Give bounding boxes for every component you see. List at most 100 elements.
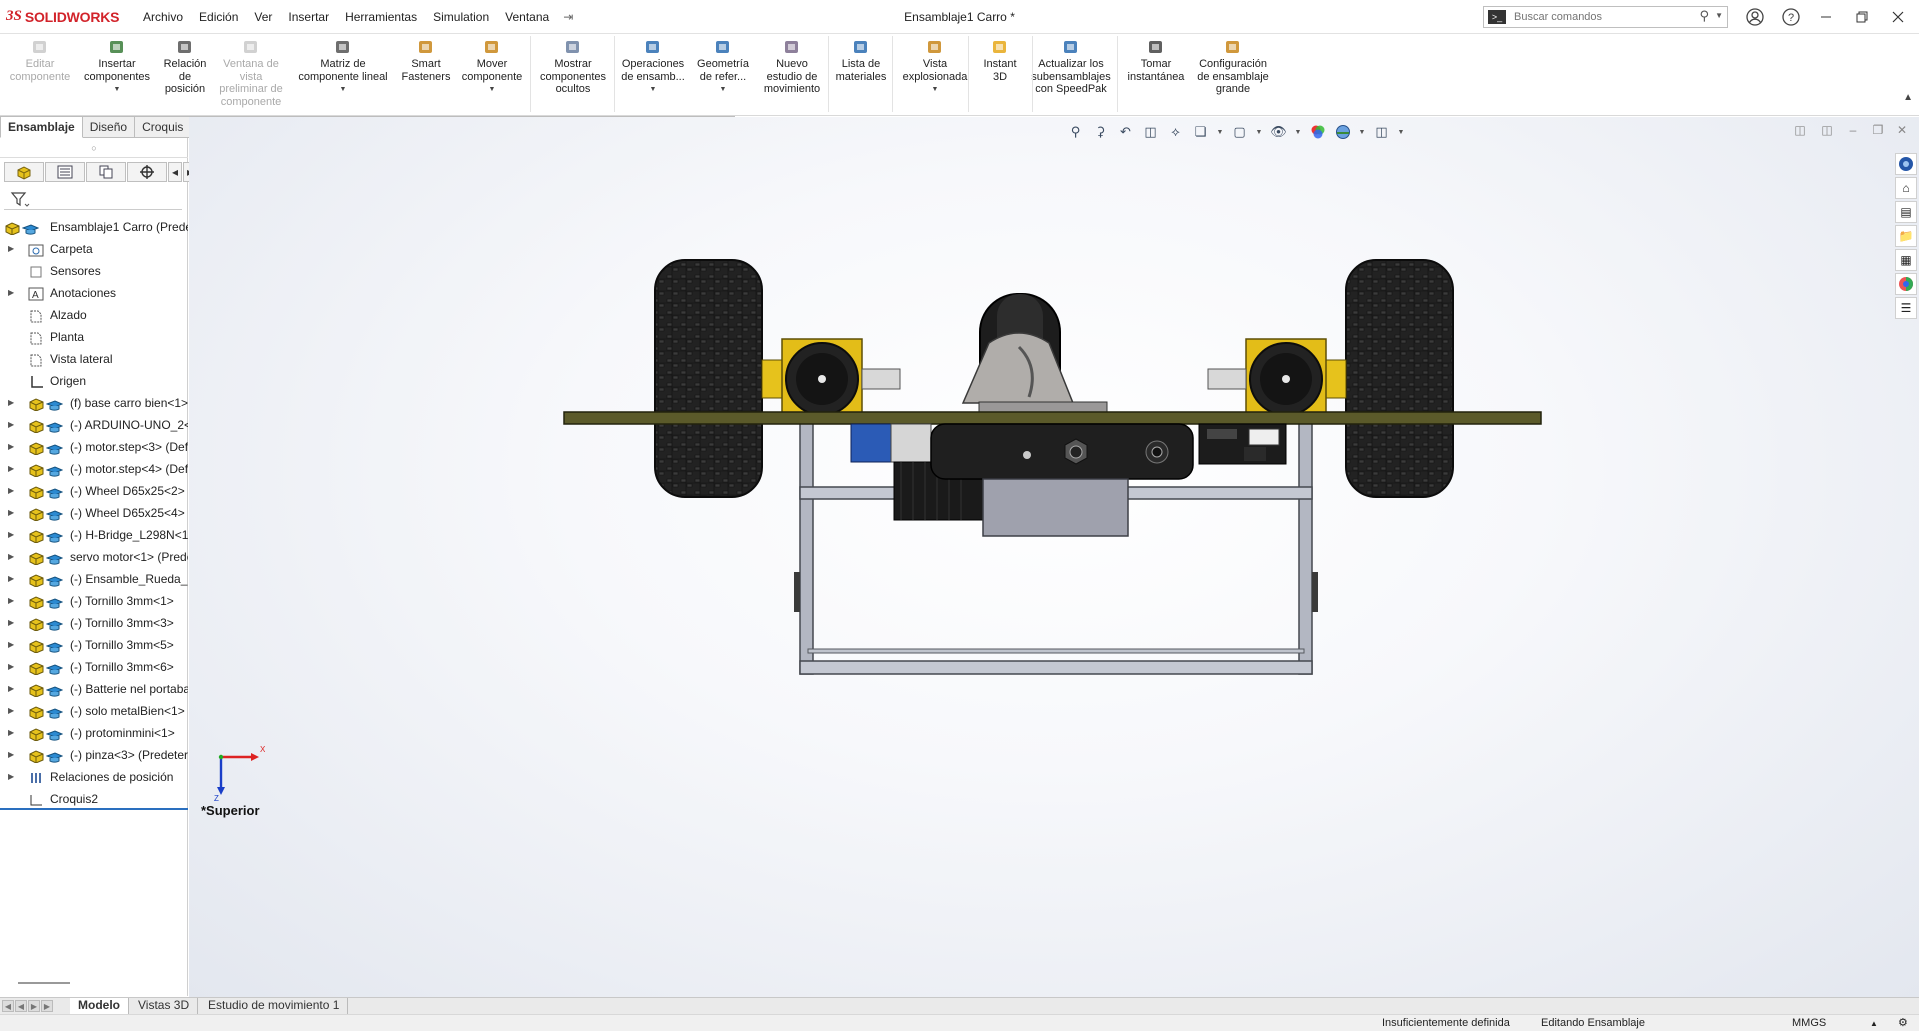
- tree-item[interactable]: Croquis2: [0, 788, 188, 810]
- tree-item[interactable]: ▶ (-) Ensamble_Rueda_loca<1>: [0, 568, 188, 590]
- viewport-close-icon[interactable]: ✕: [1894, 123, 1910, 137]
- ribbon-button-11[interactable]: Lista de materiales: [827, 38, 895, 83]
- chevron-left-icon[interactable]: ◂: [168, 162, 182, 182]
- expand-arrow-icon[interactable]: ▶: [8, 392, 14, 414]
- unit-system[interactable]: MMGS: [1792, 1015, 1826, 1032]
- ribbon-button-4[interactable]: Matriz de componente lineal ▼: [288, 38, 398, 97]
- expand-arrow-icon[interactable]: ▶: [8, 722, 14, 744]
- tree-item[interactable]: Origen: [0, 370, 188, 392]
- ribbon-button-7[interactable]: Mostrar componentes ocultos: [532, 38, 614, 96]
- ribbon-button-1[interactable]: Insertar componentes ▼: [77, 38, 157, 97]
- display-style-icon[interactable]: ▢: [1230, 123, 1249, 141]
- customize-status-icon[interactable]: ⚙: [1898, 1015, 1908, 1032]
- help-icon[interactable]: ?: [1778, 5, 1804, 29]
- expand-arrow-icon[interactable]: ▶: [8, 282, 14, 304]
- tree-item[interactable]: ▶ (-) solo metalBien<1>: [0, 700, 188, 722]
- chevron-down-icon[interactable]: ▼: [686, 84, 760, 97]
- tree-item[interactable]: Ensamblaje1 Carro (Predeterminado): [0, 216, 188, 238]
- viewport-split-icon[interactable]: ◫: [1819, 123, 1835, 137]
- tree-item[interactable]: Alzado: [0, 304, 188, 326]
- dynamic-annotation-icon[interactable]: ⟡: [1166, 123, 1185, 141]
- view-orientation-icon[interactable]: ❏: [1191, 123, 1210, 141]
- tree-item[interactable]: ▶ (-) protominmini<1>: [0, 722, 188, 744]
- zoom-to-area-icon[interactable]: ⚳: [1091, 123, 1110, 141]
- close-icon[interactable]: [1885, 5, 1911, 29]
- tree-item[interactable]: ▶ servo motor<1> (Predeterminado): [0, 546, 188, 568]
- tab-modelo[interactable]: Modelo: [70, 998, 129, 1014]
- viewport-restore-icon[interactable]: ❐: [1870, 123, 1886, 137]
- tree-item[interactable]: ▶ (-) Wheel D65x25<4>: [0, 502, 188, 524]
- filter-icon[interactable]: [10, 191, 30, 209]
- expand-arrow-icon[interactable]: ▶: [8, 458, 14, 480]
- menu-edicion[interactable]: Edición: [191, 0, 246, 34]
- expand-arrow-icon[interactable]: ▶: [8, 414, 14, 436]
- menu-ver[interactable]: Ver: [246, 0, 280, 34]
- tab-dise-o[interactable]: Diseño: [82, 116, 136, 138]
- ribbon-button-2[interactable]: Relación de posición: [156, 38, 214, 96]
- tree-item[interactable]: ▶ (-) Tornillo 3mm<6>: [0, 656, 188, 678]
- chevron-down-icon[interactable]: ▼: [895, 84, 975, 97]
- tree-item[interactable]: ▶ (-) Tornillo 3mm<3>: [0, 612, 188, 634]
- tab-ensamblaje[interactable]: Ensamblaje: [0, 116, 83, 138]
- configuration-manager-tab-icon[interactable]: [86, 162, 126, 182]
- left-stepper-motor[interactable]: [761, 338, 901, 420]
- viewport-minimize-icon[interactable]: –: [1845, 123, 1861, 137]
- expand-arrow-icon[interactable]: ▶: [8, 590, 14, 612]
- gray-module[interactable]: [982, 478, 1129, 537]
- tree-item[interactable]: ▶ (-) Wheel D65x25<2>: [0, 480, 188, 502]
- chevron-down-icon[interactable]: ▼: [1294, 123, 1302, 141]
- chevron-down-icon[interactable]: ▼: [1255, 123, 1263, 141]
- first-tab-icon[interactable]: ◀: [2, 1000, 14, 1012]
- tree-item[interactable]: Sensores: [0, 260, 188, 282]
- ribbon-button-5[interactable]: Smart Fasteners: [393, 38, 459, 83]
- menu-ventana[interactable]: Ventana: [497, 0, 557, 34]
- tab-vistas-3d[interactable]: Vistas 3D: [130, 998, 199, 1014]
- viewport-tile-icon[interactable]: ◫: [1792, 123, 1808, 137]
- graphics-area[interactable]: ⚲ ⚳ ↶ ◫ ⟡ ❏ ▼ ▢ ▼ 👁 ▼ ▼ ◫ ▼ ◫ ◫ – ❐ ✕ ⌂ …: [189, 117, 1919, 997]
- last-tab-icon[interactable]: ▶: [41, 1000, 53, 1012]
- chevron-down-icon[interactable]: ▼: [288, 84, 398, 97]
- file-explorer-icon[interactable]: 📁: [1895, 225, 1917, 247]
- tree-item[interactable]: ▶ (-) motor.step<4> (Default): [0, 458, 188, 480]
- tree-item[interactable]: ▶ (f) base carro bien<1>: [0, 392, 188, 414]
- menu-archivo[interactable]: Archivo: [135, 0, 191, 34]
- left-wheel[interactable]: [654, 259, 763, 498]
- ribbon-button-8[interactable]: Operaciones de ensamb... ▼: [613, 38, 693, 97]
- ribbon-button-14[interactable]: Actualizar los subensamblajes con SpeedPak: [1021, 38, 1121, 96]
- restore-icon[interactable]: [1849, 5, 1875, 29]
- tree-item[interactable]: ▶ (-) motor.step<3> (Default): [0, 436, 188, 458]
- search-commands-box[interactable]: >_ ⚲ ▼: [1483, 6, 1728, 28]
- ribbon-button-10[interactable]: Nuevo estudio de movimiento: [756, 38, 828, 96]
- collapse-ribbon-icon[interactable]: ▲: [1903, 92, 1913, 103]
- edit-appearance-icon[interactable]: [1308, 123, 1327, 141]
- tree-item[interactable]: ▶ (-) ARDUINO-UNO_2<1>: [0, 414, 188, 436]
- property-manager-tab-icon[interactable]: [45, 162, 85, 182]
- tree-item[interactable]: ▶ Relaciones de posición: [0, 766, 188, 788]
- section-view-icon[interactable]: ◫: [1141, 123, 1160, 141]
- tree-item[interactable]: ▶ (-) pinza<3> (Predeterminado): [0, 744, 188, 766]
- expand-arrow-icon[interactable]: ▶: [8, 678, 14, 700]
- expand-arrow-icon[interactable]: ▶: [8, 546, 14, 568]
- expand-arrow-icon[interactable]: ▶: [8, 700, 14, 722]
- search-input[interactable]: [1512, 10, 1692, 24]
- apply-scene-icon[interactable]: [1333, 123, 1352, 141]
- ribbon-button-16[interactable]: Configuración de ensamblaje grande: [1181, 38, 1285, 96]
- ribbon-button-9[interactable]: Geometría de refer... ▼: [686, 38, 760, 97]
- expand-arrow-icon[interactable]: ▶: [8, 436, 14, 458]
- panel-grip[interactable]: ○: [0, 138, 188, 158]
- tree-item[interactable]: ▶ A Anotaciones: [0, 282, 188, 304]
- chevron-down-icon[interactable]: ▼: [77, 84, 157, 97]
- chevron-down-icon[interactable]: ▼: [1216, 123, 1224, 141]
- protoboard-mini[interactable]: [1198, 423, 1287, 465]
- chevron-down-icon[interactable]: ▼: [1715, 11, 1723, 20]
- rollback-bar[interactable]: [0, 808, 188, 810]
- tree-item[interactable]: Planta: [0, 326, 188, 348]
- expand-arrow-icon[interactable]: ▶: [8, 524, 14, 546]
- dimxpert-manager-tab-icon[interactable]: [127, 162, 167, 182]
- menu-simulation[interactable]: Simulation: [425, 0, 497, 34]
- view-palette-icon[interactable]: ▦: [1895, 249, 1917, 271]
- right-stepper-motor[interactable]: [1207, 338, 1347, 420]
- solidworks-resources-icon[interactable]: [1895, 153, 1917, 175]
- expand-arrow-icon[interactable]: ▶: [8, 480, 14, 502]
- h-bridge-driver[interactable]: [930, 423, 1194, 480]
